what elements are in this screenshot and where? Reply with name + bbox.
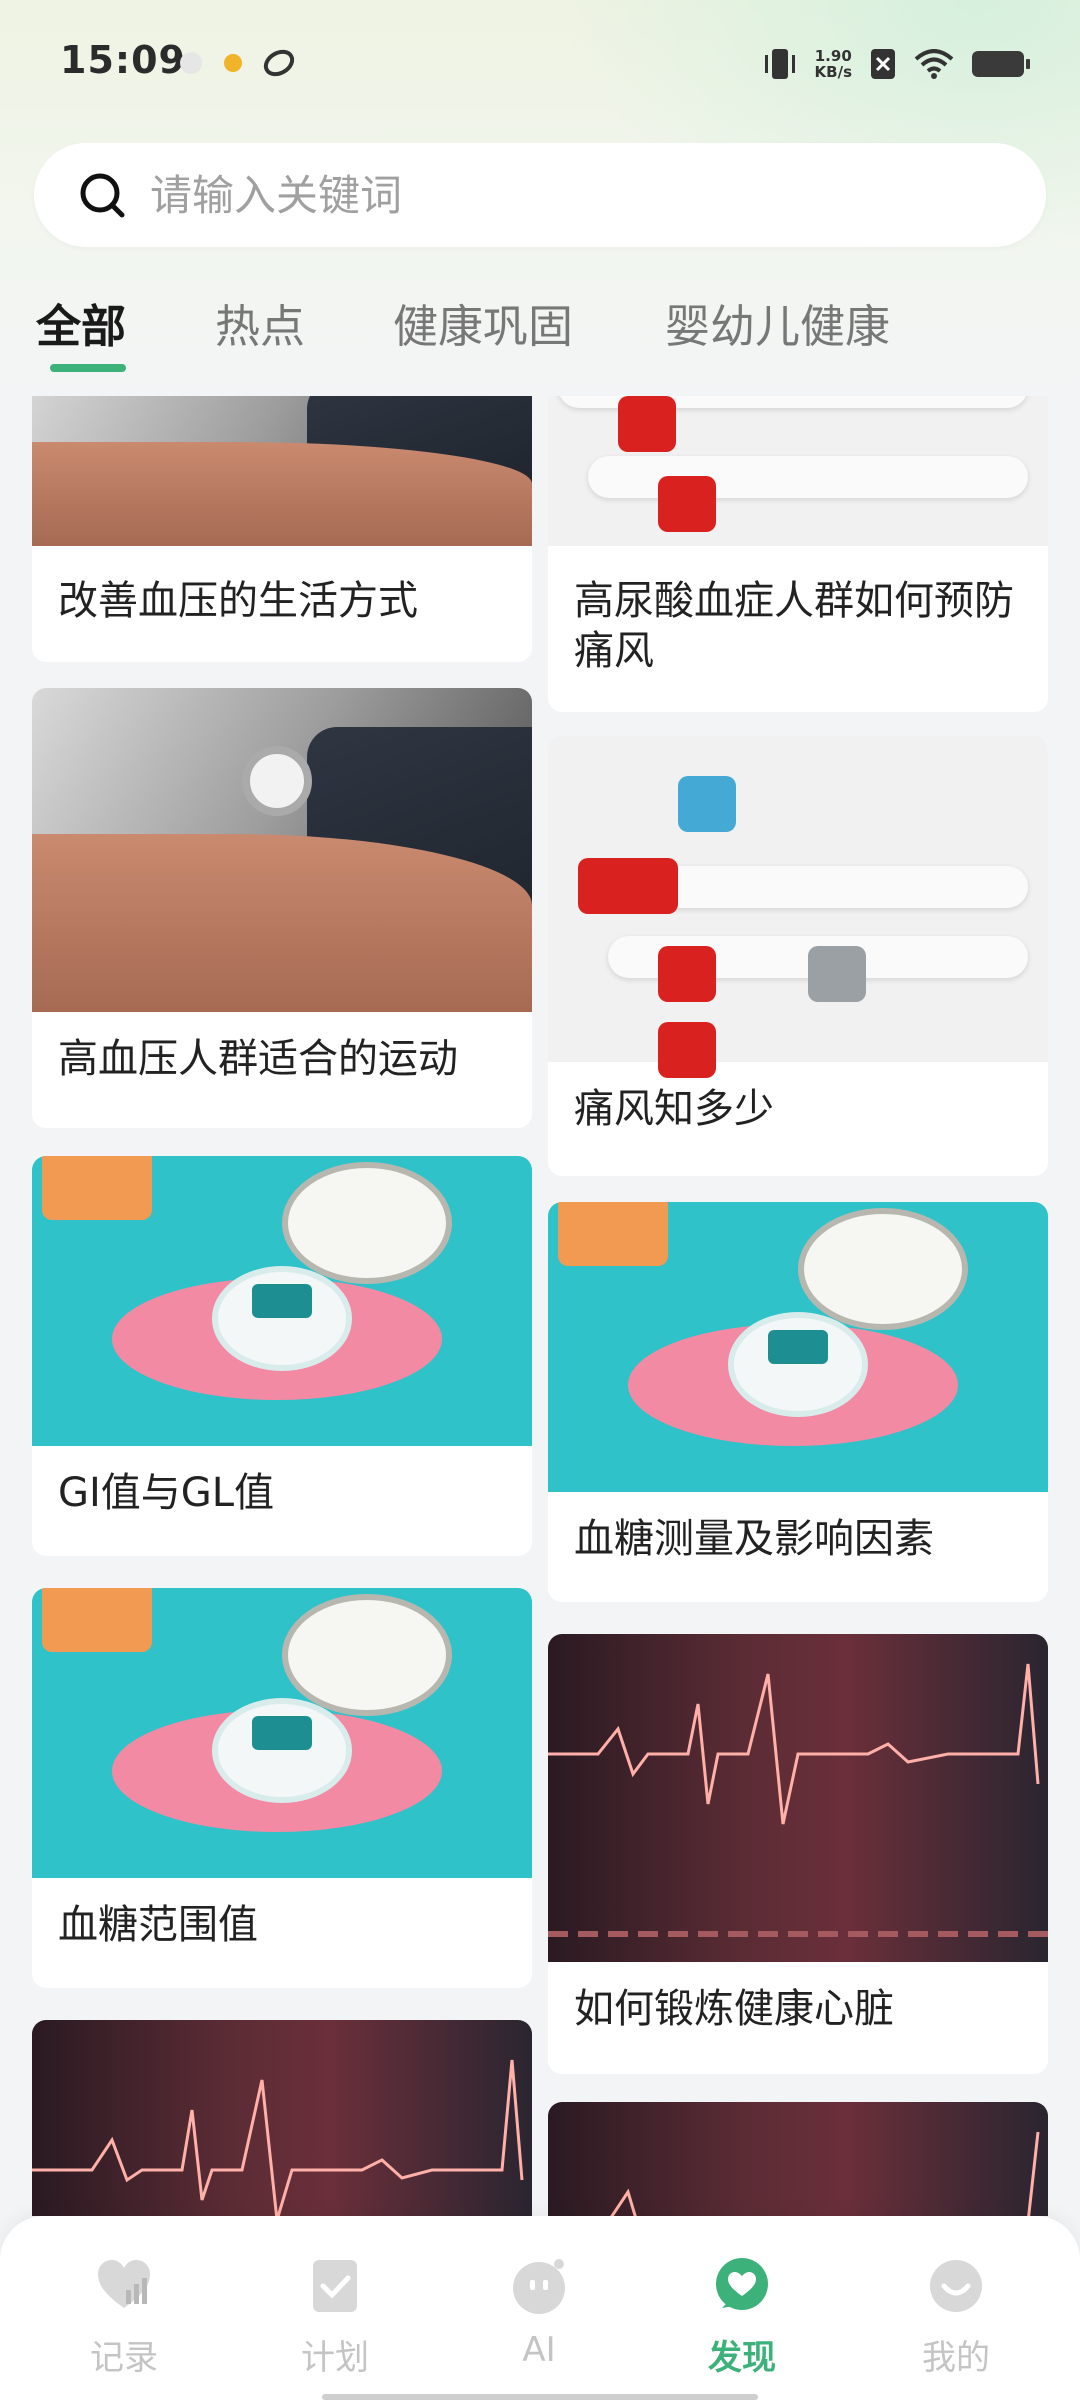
nav-discover[interactable]: 发现 (672, 2256, 812, 2386)
nav-plan[interactable]: 计划 (265, 2256, 405, 2386)
link-icon (263, 49, 295, 77)
smile-face-icon (930, 2260, 982, 2312)
tab-hot[interactable]: 热点 (215, 290, 305, 355)
article-image (548, 1634, 1048, 1962)
network-speed: 1.90 KB/s (815, 48, 852, 80)
network-speed-value: 1.90 (814, 47, 852, 65)
article-card[interactable]: 改善血压的生活方式 (32, 396, 532, 662)
home-indicator[interactable] (322, 2394, 758, 2400)
article-image (548, 2102, 1048, 2216)
status-time: 15:09 (60, 38, 186, 82)
search-bar[interactable] (34, 143, 1046, 247)
article-card[interactable]: 痛风知多少 (548, 736, 1048, 1176)
tab-infant-health[interactable]: 婴幼儿健康 (665, 290, 890, 355)
nav-label: 发现 (708, 2338, 776, 2378)
article-title: 血糖范围值 (58, 1902, 258, 1948)
article-image (32, 1156, 532, 1446)
article-title: 高尿酸血症人群如何预防痛风 (574, 578, 1014, 674)
status-bar: 15:09 1.90 KB/s (0, 0, 1080, 130)
nav-label: 记录 (90, 2338, 158, 2378)
article-card[interactable] (548, 2102, 1048, 2216)
robot-face-icon (513, 2259, 565, 2314)
nav-mine[interactable]: 我的 (886, 2256, 1026, 2386)
heart-rate-wave-graphic (548, 1663, 1048, 1937)
article-card[interactable]: 如何锻炼健康心脏 (548, 1634, 1048, 2074)
sim-blocked-icon (871, 49, 895, 79)
app-notification-icon (224, 54, 242, 72)
article-card[interactable]: 血糖测量及影响因素 (548, 1202, 1048, 1602)
heart-rate-wave-graphic (610, 2131, 1040, 2216)
clipboard-check-icon (313, 2260, 357, 2312)
article-card[interactable]: 血糖范围值 (32, 1588, 532, 1988)
article-image (32, 2020, 532, 2216)
heart-bubble-icon (716, 2258, 768, 2310)
article-card[interactable]: 高血压人群适合的运动 (32, 688, 532, 1128)
tab-health-consolidation[interactable]: 健康巩固 (393, 290, 573, 355)
article-image (548, 736, 1048, 1078)
article-image (548, 1202, 1048, 1492)
article-image (548, 396, 1048, 546)
article-title: GI值与GL值 (58, 1470, 275, 1516)
category-tabs: 全部 热点 健康巩固 婴幼儿健康 (0, 290, 1080, 380)
wifi-icon (914, 49, 954, 79)
search-input[interactable] (150, 165, 1010, 225)
nav-label: 计划 (301, 2338, 369, 2378)
article-title: 血糖测量及影响因素 (574, 1516, 934, 1562)
article-title: 改善血压的生活方式 (58, 578, 418, 624)
article-image (32, 1588, 532, 1878)
article-card[interactable]: 高尿酸血症人群如何预防痛风 (548, 396, 1048, 712)
vibrate-icon (764, 49, 795, 79)
battery-icon (972, 51, 1030, 77)
status-icons: 1.90 KB/s (763, 42, 1030, 86)
article-card[interactable]: GI值与GL值 (32, 1156, 532, 1556)
tab-all[interactable]: 全部 (36, 290, 126, 355)
article-title: 如何锻炼健康心脏 (574, 1986, 894, 2032)
nav-ai[interactable]: AI (469, 2256, 609, 2386)
heart-chart-icon (98, 2260, 150, 2308)
nav-record[interactable]: 记录 (54, 2256, 194, 2386)
article-image (32, 688, 532, 1012)
active-tab-indicator (50, 364, 126, 372)
article-feed: 改善血压的生活方式 高血压人群适合的运动 GI值与GL值 血糖范围值 高尿酸血症… (0, 396, 1080, 2216)
network-speed-unit: KB/s (814, 63, 852, 81)
article-title: 高血压人群适合的运动 (58, 1036, 458, 1082)
bottom-navigation: 记录 计划 AI 发现 我的 (0, 2216, 1080, 2408)
heart-rate-wave-graphic (32, 2059, 524, 2216)
article-title: 痛风知多少 (574, 1086, 774, 1132)
nav-label: 我的 (922, 2338, 990, 2378)
search-icon (80, 173, 125, 218)
article-image (32, 396, 532, 546)
article-card[interactable] (32, 2020, 532, 2216)
nav-label: AI (522, 2330, 556, 2370)
notification-dot-icon (180, 52, 202, 74)
